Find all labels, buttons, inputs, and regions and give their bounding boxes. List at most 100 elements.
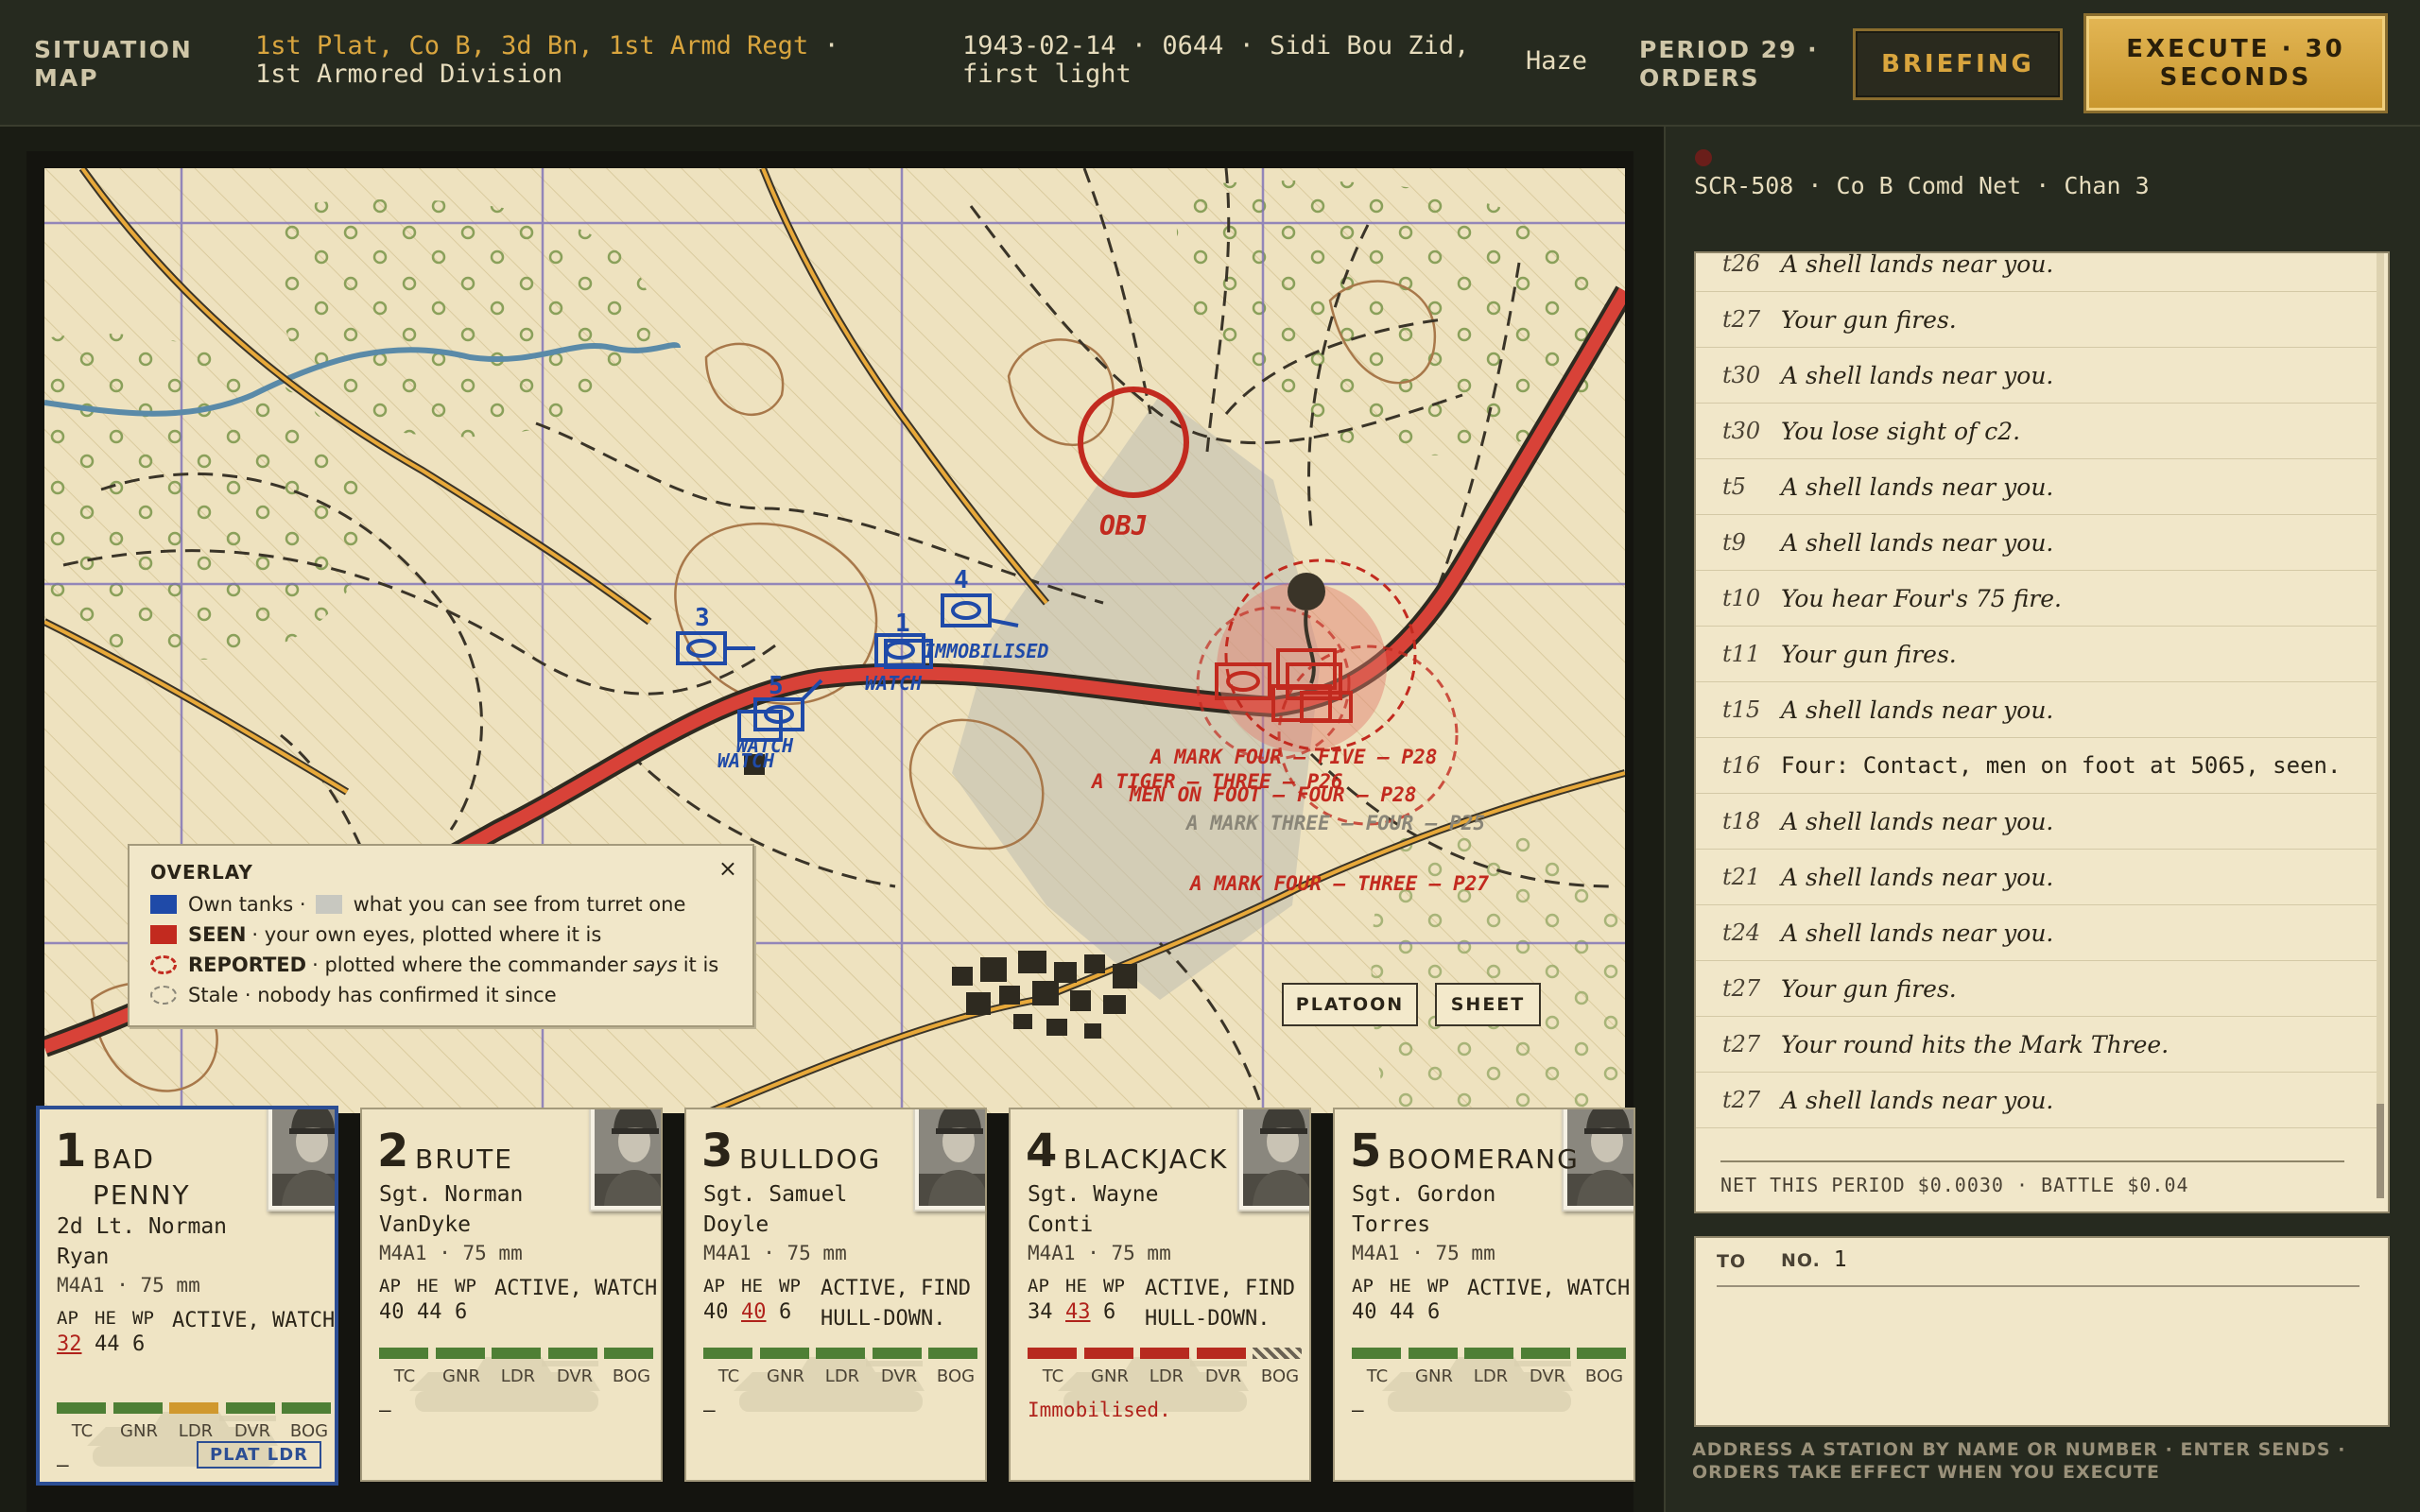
legend-row-own: Own tanks · what you can see from turret… (150, 889, 732, 919)
ammo-ap: AP 40 (703, 1274, 741, 1327)
ammo-wp: WP 6 (1103, 1274, 1141, 1327)
tank-name: BULLDOG (739, 1143, 882, 1175)
crew-label: LDR (500, 1366, 536, 1386)
log-entry: t24 A shell lands near you. (1696, 905, 2377, 961)
tank-model: M4A1 · 75 mm (57, 1274, 200, 1297)
crew-label: DVR (1529, 1366, 1566, 1386)
tank-note: — (57, 1453, 69, 1476)
tank-note: — (703, 1399, 716, 1421)
crew-bar-ldr (1464, 1348, 1513, 1359)
legend-stale-label: Stale · nobody has confirmed it since (188, 984, 557, 1006)
order-address[interactable]: NO. 1 (1781, 1247, 1847, 1272)
crew-status (703, 1348, 977, 1359)
crew-label: TC (717, 1366, 740, 1386)
log-time: t27 (1722, 975, 1761, 1002)
tank-card-2[interactable]: 2 BRUTE Sgt. Norman VanDyke M4A1 · 75 mm… (360, 1108, 663, 1482)
crew-label: DVR (556, 1366, 594, 1386)
platoon-button[interactable]: PLATOON (1282, 983, 1418, 1026)
order-input[interactable] (1717, 1295, 2369, 1414)
objective-label: OBJ (1099, 510, 1148, 541)
crew-label: GNR (442, 1366, 480, 1386)
crew-bar-ldr (169, 1402, 218, 1414)
ammo-wp: WP 6 (1427, 1274, 1465, 1327)
ammo-he: HE 40 (741, 1274, 779, 1327)
header-bar: SITUATION MAP 1st Plat, Co B, 3d Bn, 1st… (0, 0, 2420, 127)
log-entry: t26 A shell lands near you. (1696, 251, 2377, 292)
log-message: A shell lands near you. (1781, 863, 2054, 891)
tank-card-3[interactable]: 3 BULLDOG Sgt. Samuel Doyle M4A1 · 75 mm… (684, 1108, 987, 1482)
ammo-value: 40 (379, 1300, 405, 1324)
log-entry: t16 Four: Contact, men on foot at 5065, … (1696, 738, 2377, 794)
crew-label: DVR (233, 1421, 271, 1441)
radio-log[interactable]: t26 A shell lands near you. t27 Your gun … (1694, 251, 2390, 1213)
log-message: A shell lands near you. (1781, 361, 2054, 389)
ammo-label: HE (95, 1308, 116, 1329)
enemy-position-marker[interactable] (1288, 573, 1325, 610)
ammo-value: 6 (1427, 1300, 1441, 1324)
ammo-label: HE (1390, 1276, 1411, 1297)
contact-label-stale-1: A MARK THREE — FOUR — P25 (1184, 812, 1485, 834)
ammo-he: HE 43 (1065, 1274, 1103, 1327)
crew-bar-tc (57, 1402, 106, 1414)
tank-commander: Sgt. Gordon Torres (1352, 1182, 1496, 1237)
ammo-label: AP (1028, 1276, 1049, 1297)
crew-labels: TC GNR LDR DVR BOG (1352, 1366, 1630, 1386)
log-scrollbar[interactable] (2377, 253, 2384, 1198)
own-tank-label-4: 4 (954, 566, 969, 594)
log-entry: t15 A shell lands near you. (1696, 682, 2377, 738)
period-indicator: PERIOD 29 · ORDERS (1639, 36, 1819, 92)
legend-seen-key: SEEN (188, 923, 247, 946)
tank-name: BRUTE (415, 1143, 513, 1175)
close-icon[interactable]: × (718, 855, 737, 882)
tank-model: M4A1 · 75 mm (703, 1242, 847, 1264)
sheet-button[interactable]: SHEET (1435, 983, 1541, 1026)
tag-watch-5b: WATCH (717, 749, 775, 772)
log-message: A shell lands near you. (1781, 472, 2054, 501)
legend-reported-label-a: · plotted where the commander (312, 954, 628, 976)
unit-name: 1st Plat, Co B, 3d Bn, 1st Armd Regt (255, 31, 809, 60)
crew-label: BOG (1584, 1366, 1624, 1386)
log-message: A shell lands near you. (1781, 919, 2054, 947)
tank-card-4[interactable]: 4 BLACKJACK Sgt. Wayne Conti M4A1 · 75 m… (1009, 1108, 1311, 1482)
situation-map[interactable]: OBJ A MARK FOUR — FIVE — P28 A TIGER — T… (44, 168, 1625, 1113)
crew-label: BOG (612, 1366, 651, 1386)
crew-bar-bog (1577, 1348, 1626, 1359)
ammo-label: HE (1065, 1276, 1087, 1297)
commander-photo (1237, 1109, 1309, 1211)
tank-number: 1 (55, 1125, 87, 1177)
tank-status: ACTIVE, WATCH. (1467, 1277, 1635, 1300)
log-time: t11 (1722, 641, 1761, 667)
crew-label: LDR (824, 1366, 860, 1386)
log-time: t16 (1722, 752, 1761, 779)
log-entry: t18 A shell lands near you. (1696, 794, 2377, 850)
crew-status (1352, 1348, 1626, 1359)
log-message: You lose sight of c2. (1781, 417, 2021, 445)
radio-led-icon (1695, 149, 1712, 166)
ammo-counts: AP 34 HE 43 WP 6 (1028, 1274, 1141, 1327)
tank-number: 4 (1026, 1125, 1058, 1177)
seen-swatch-icon (150, 925, 177, 944)
tag-watch-1: WATCH (865, 672, 923, 695)
log-scroll-thumb[interactable] (2377, 1104, 2384, 1198)
ammo-label: WP (455, 1276, 476, 1297)
log-message: Your round hits the Mark Three. (1781, 1030, 2169, 1058)
tank-note: Immobilised. (1028, 1399, 1171, 1421)
order-composer: TO NO. 1 (1694, 1236, 2390, 1427)
ammo-counts: AP 40 HE 40 WP 6 (703, 1274, 817, 1327)
tank-card-5[interactable]: 5 BOOMERANG Sgt. Gordon Torres M4A1 · 75… (1333, 1108, 1635, 1482)
legend-seen-label: · your own eyes, plotted where it is (251, 923, 602, 946)
legend-reported-label-b: it is (683, 954, 719, 976)
execute-button[interactable]: EXECUTE · 30 SECONDS (2083, 13, 2388, 113)
own-tank-label-1: 1 (895, 610, 910, 638)
tank-model: M4A1 · 75 mm (379, 1242, 523, 1264)
crew-bar-tc (1352, 1348, 1401, 1359)
log-time: t10 (1722, 585, 1761, 611)
ammo-label: AP (703, 1276, 725, 1297)
log-time: t26 (1722, 251, 1761, 277)
briefing-button[interactable]: BRIEFING (1853, 28, 2063, 100)
commander-photo (267, 1109, 335, 1211)
legend-reported-emphasis: says (632, 954, 678, 976)
tank-model: M4A1 · 75 mm (1028, 1242, 1171, 1264)
tank-card-1[interactable]: 1 BAD PENNY 2d Lt. Norman Ryan M4A1 · 75… (36, 1106, 338, 1486)
ammo-value: 40 (1352, 1300, 1377, 1324)
